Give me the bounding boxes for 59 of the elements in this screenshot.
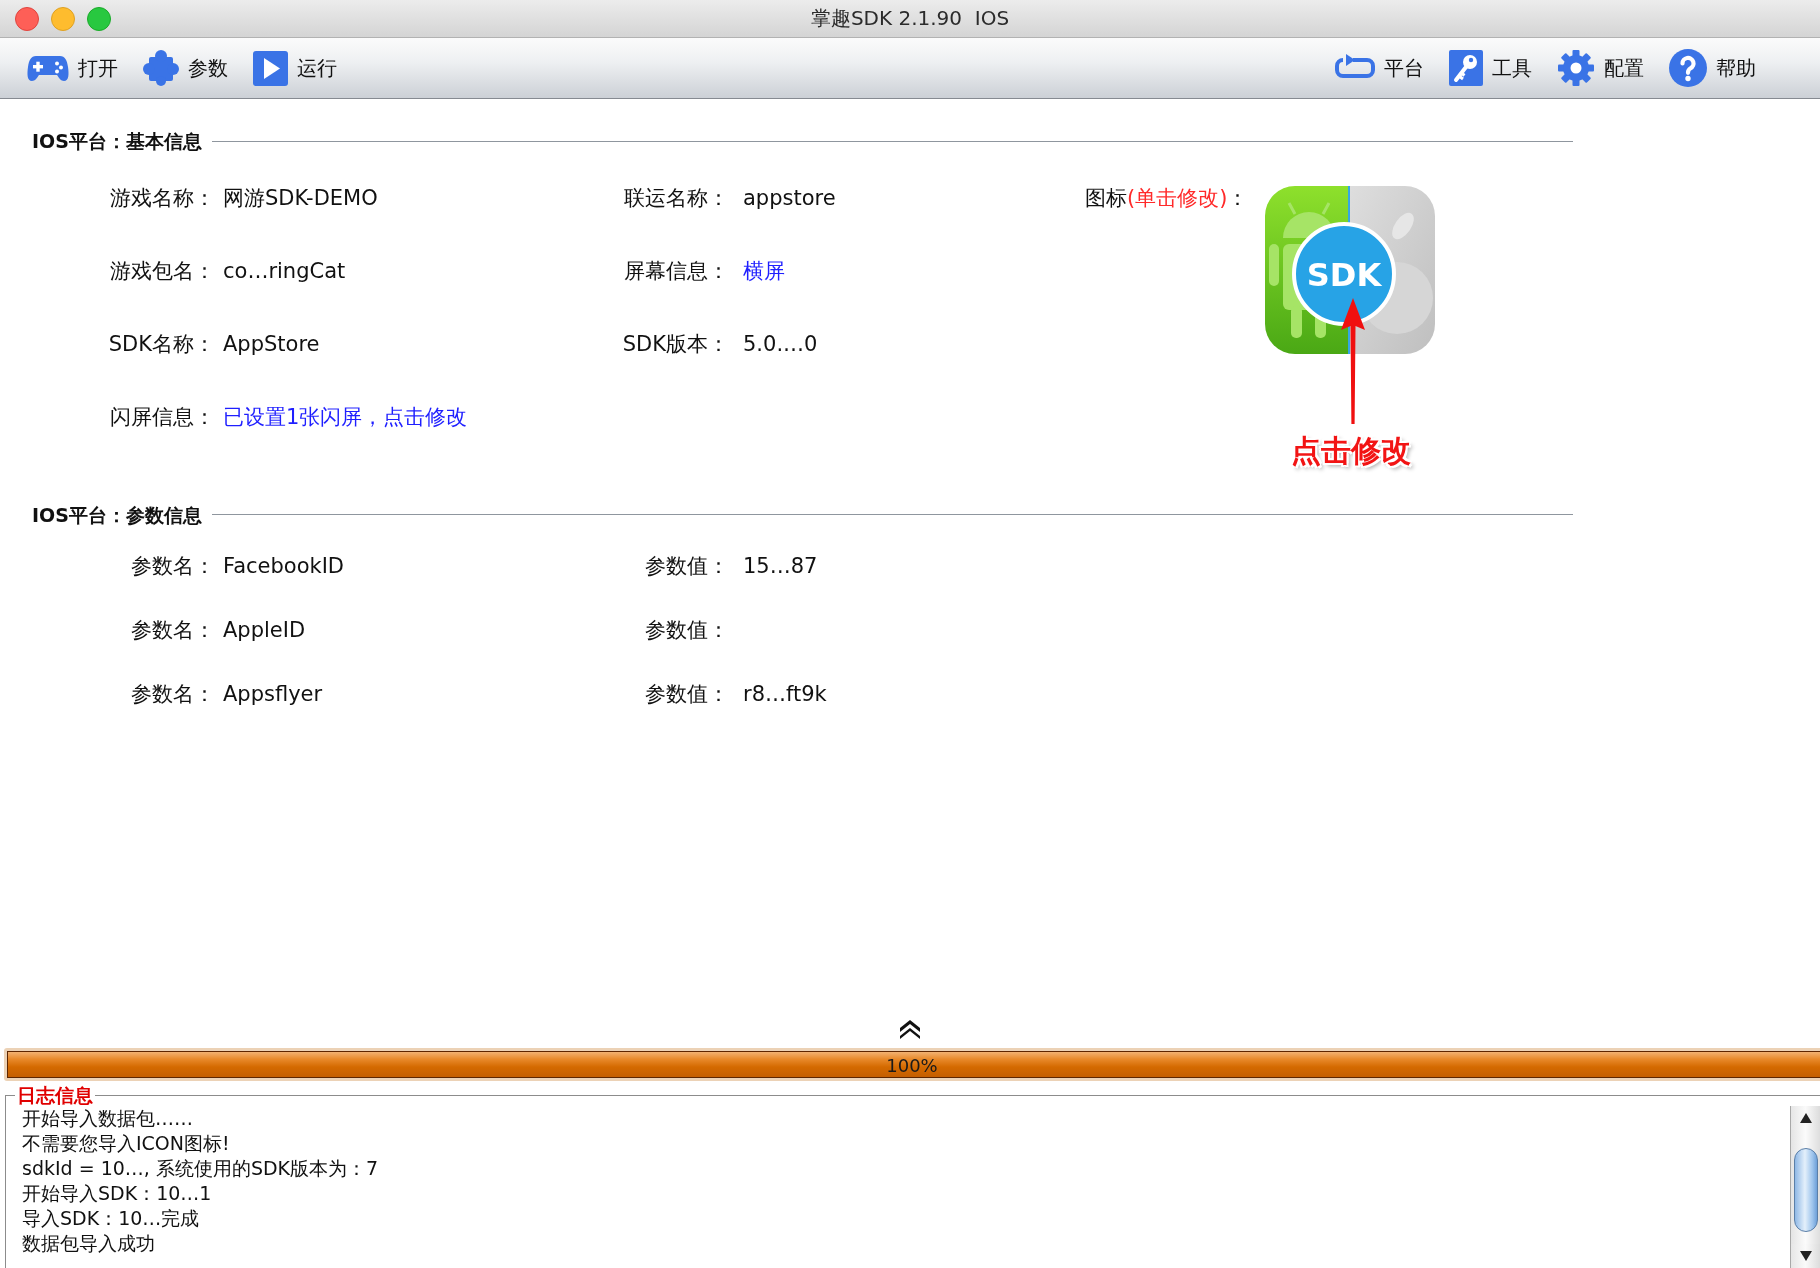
param-name-label: 参数名： [131,617,215,642]
progress-label: 100% [886,1054,938,1075]
log-title: 日志信息 [16,1084,94,1106]
field-value: appstore [743,185,836,210]
field-label: 游戏包名： [110,258,215,283]
param-name-label: 参数名： [131,681,215,706]
up-triangle-icon [1799,1113,1812,1123]
icon-badge-text: SDK [1306,255,1382,294]
section-title: IOS平台：参数信息 [32,502,202,527]
double-chevron-up-icon[interactable] [898,1017,922,1039]
params-button[interactable]: 参数 [143,49,228,87]
annotation-label: 点击修改 [1291,431,1411,470]
play-icon [253,50,288,86]
run-button[interactable]: 运行 [253,50,337,86]
field-label: 屏幕信息： [624,258,729,283]
gamepad-icon [27,53,69,83]
param-name: FacebookID [223,553,345,578]
log-line: 开始导入SDK：10…1 [22,1181,212,1206]
value-link[interactable]: 已设置1张闪屏，点击修改 [223,404,468,429]
param-name: AppleID [223,617,306,642]
puzzle-piece-icon [143,49,179,87]
log-line: 导入SDK：10…完成 [22,1206,200,1231]
log-line: sdkId = 10…, 系统使用的SDK版本为：7 [22,1156,379,1181]
icon-label: 图标(单击修改)： [1085,185,1250,210]
field-label: SDK版本： [622,331,729,356]
field-label: SDK名称： [108,331,215,356]
param-value-label: 参数值： [645,617,729,642]
field-label: 游戏名称： [110,185,215,210]
close-button[interactable] [15,6,39,31]
param-name-label: 参数名： [131,553,215,578]
minimize-button[interactable] [51,6,75,31]
field-value: AppStore [223,331,320,356]
help-icon [1669,49,1707,87]
param-value: 15…87 [743,553,818,578]
gear-icon [1557,49,1595,87]
field-value: 网游SDK-DEMO [223,185,378,210]
field-label: 闪屏信息： [110,404,215,429]
tools-button[interactable]: 工具 [1449,50,1532,86]
param-value-label: 参数值： [645,681,729,706]
field-label: 联运名称： [624,185,729,210]
value-link[interactable]: 横屏 [743,258,785,283]
key-icon [1449,50,1483,86]
open-button[interactable]: 打开 [27,53,118,83]
param-value: r8…ft9k [743,681,827,706]
config-button[interactable]: 配置 [1557,49,1644,87]
field-value: 5.0.…0 [743,331,818,356]
log-line: 不需要您导入ICON图标! [22,1131,230,1156]
scrollbar-thumb[interactable] [1793,1148,1818,1232]
param-name: Appsflyer [223,681,323,706]
log-line: 数据包导入成功 [22,1231,155,1256]
field-value: co…ringCat [223,258,346,283]
help-button[interactable]: 帮助 [1669,49,1756,87]
section-title: IOS平台：基本信息 [32,129,202,153]
window-title: 掌趣SDK 2.1.90 IOS [810,5,1010,32]
platform-button[interactable]: 平台 [1335,54,1424,82]
down-triangle-icon [1799,1251,1812,1261]
log-line: 开始导入数据包…… [22,1106,193,1131]
zoom-button[interactable] [87,6,111,31]
param-value-label: 参数值： [645,553,729,578]
